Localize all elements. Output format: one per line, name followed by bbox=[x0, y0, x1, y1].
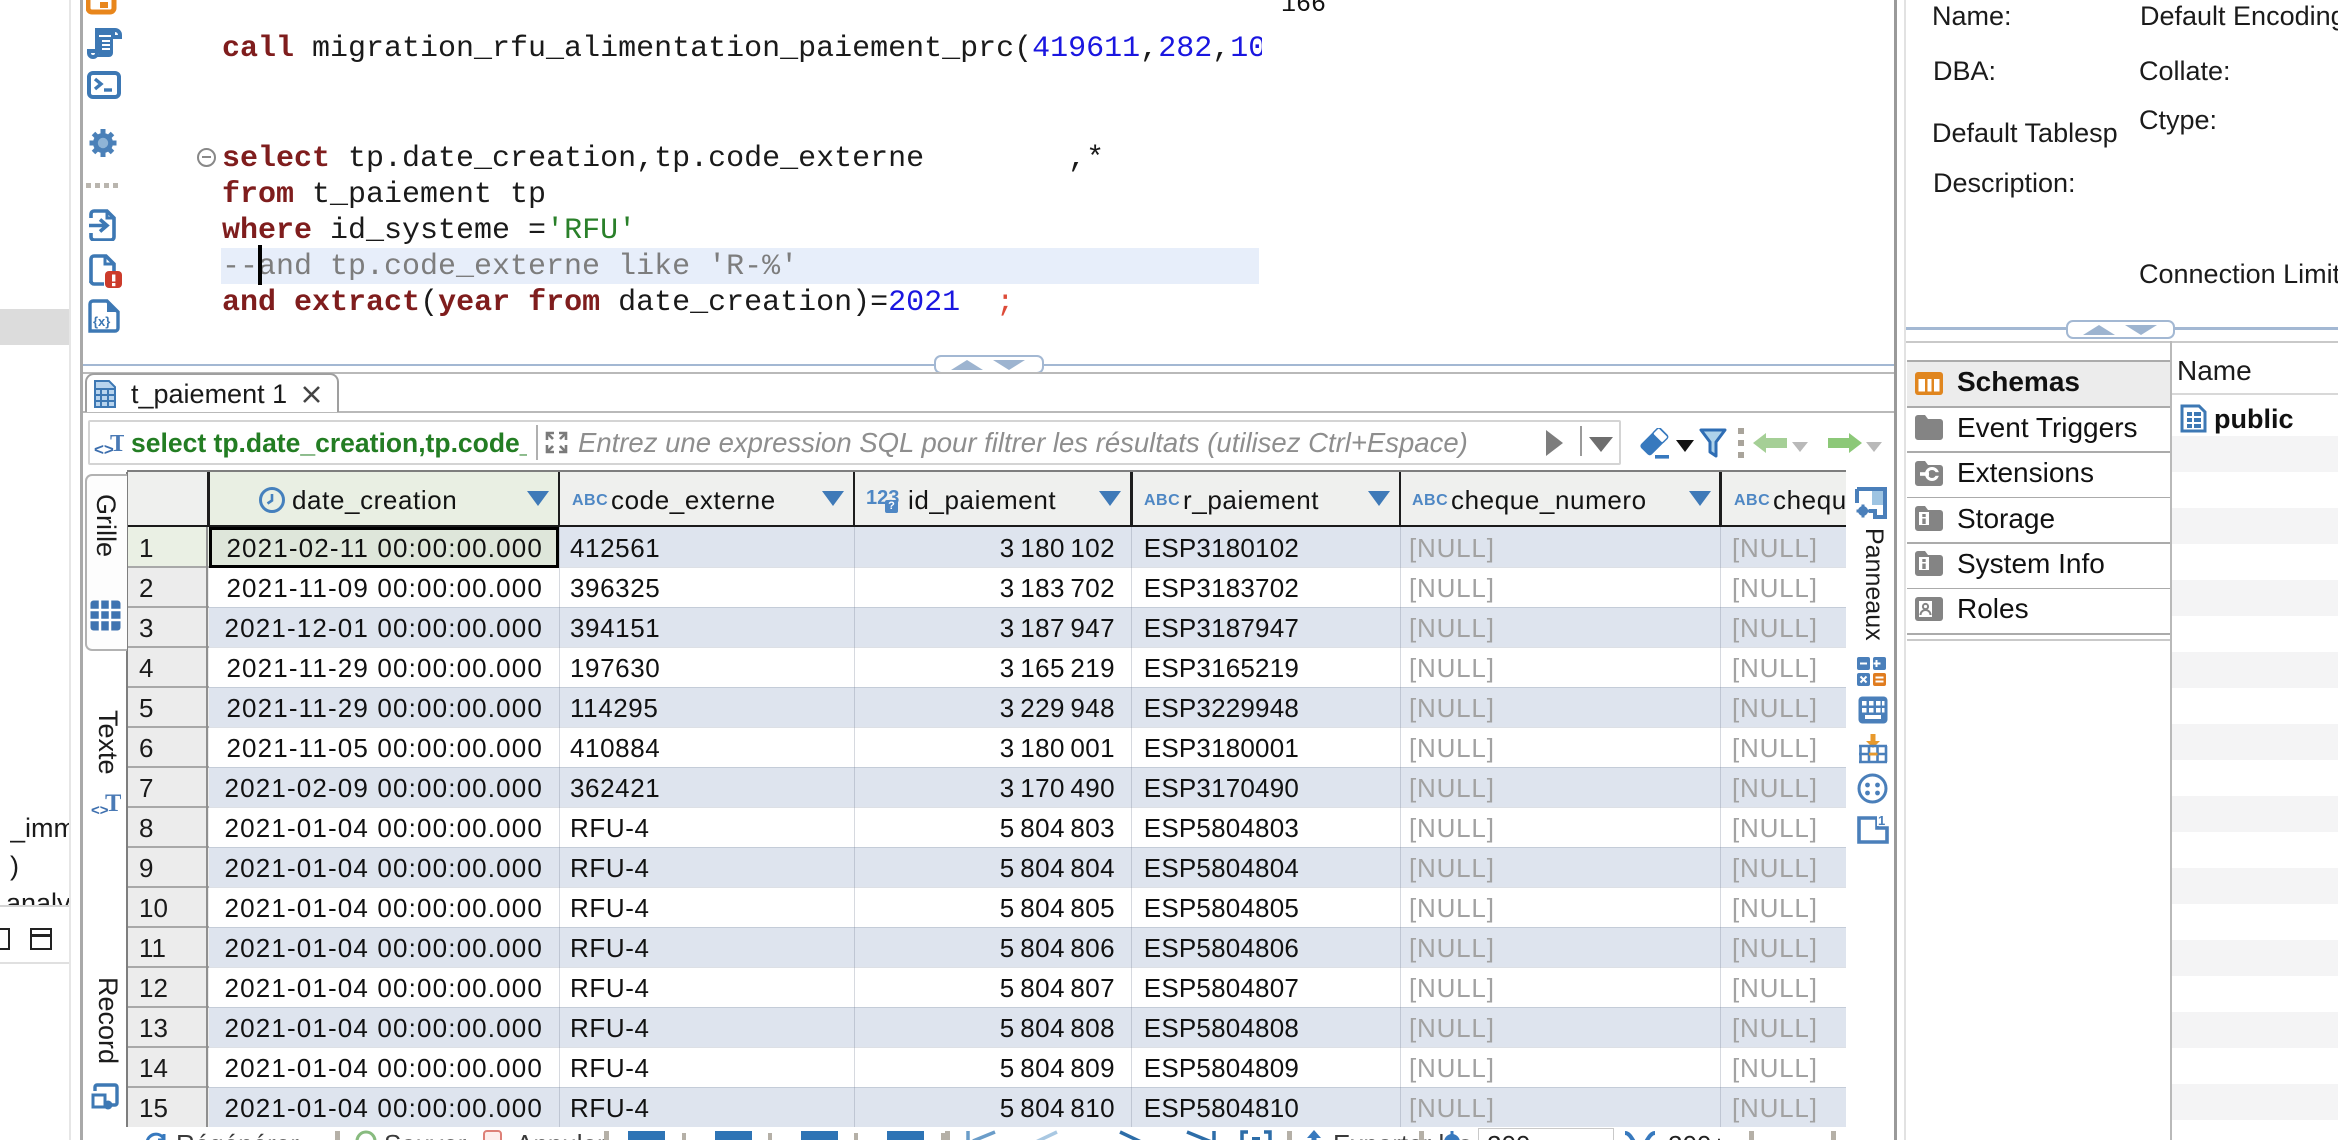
svg-text:1: 1 bbox=[1878, 813, 1885, 828]
svg-text:{x}: {x} bbox=[93, 314, 110, 329]
svg-text:T: T bbox=[105, 790, 121, 817]
svg-text:T: T bbox=[110, 431, 124, 457]
